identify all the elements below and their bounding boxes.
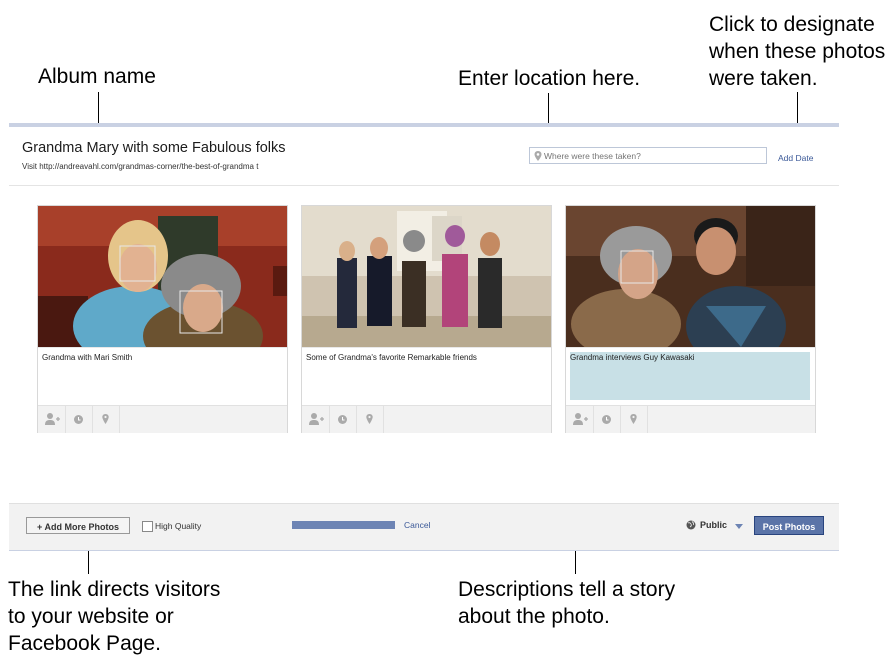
- annotation-desc-line2: about the photo.: [458, 605, 610, 628]
- caption-area[interactable]: Grandma with Mari Smith: [38, 347, 287, 406]
- photo-guy-kawasaki: [566, 206, 815, 347]
- photo-grandma-mari-smith: [38, 206, 287, 347]
- photo-tools: [38, 405, 287, 433]
- photo-card: Grandma interviews Guy Kawasaki: [565, 205, 816, 433]
- annotation-link-line3: Facebook Page.: [8, 632, 161, 655]
- photo-caption[interactable]: Some of Grandma's favorite Remarkable fr…: [306, 353, 477, 362]
- chevron-down-icon[interactable]: [735, 524, 743, 529]
- upload-progress-bar: [292, 521, 395, 529]
- post-photos-button[interactable]: Post Photos: [754, 516, 824, 535]
- tag-person-icon[interactable]: [566, 406, 594, 433]
- photo-card: Grandma with Mari Smith: [37, 205, 288, 433]
- location-pin-icon[interactable]: [356, 406, 384, 433]
- location-pin-icon[interactable]: [620, 406, 648, 433]
- caption-area[interactable]: Some of Grandma's favorite Remarkable fr…: [302, 347, 551, 406]
- globe-icon: [686, 520, 696, 530]
- annotation-designate-date: Click to designate when these photos wer…: [709, 11, 885, 92]
- tag-person-icon[interactable]: [302, 406, 330, 433]
- photo-thumbnail[interactable]: [38, 206, 287, 347]
- clock-icon[interactable]: [65, 406, 93, 433]
- annotation-descriptions: Descriptions tell a story about the phot…: [458, 576, 675, 630]
- privacy-selector[interactable]: Public: [700, 520, 727, 530]
- photo-caption[interactable]: Grandma interviews Guy Kawasaki: [570, 353, 695, 362]
- location-pin-icon: [534, 151, 542, 161]
- album-description[interactable]: Visit http://andreavahl.com/grandmas-cor…: [22, 162, 258, 171]
- location-pin-icon[interactable]: [92, 406, 120, 433]
- annotation-designate-line1: Click to designate: [709, 13, 875, 36]
- photo-card: Some of Grandma's favorite Remarkable fr…: [301, 205, 552, 433]
- clock-icon[interactable]: [329, 406, 357, 433]
- clock-icon[interactable]: [593, 406, 621, 433]
- album-header: Grandma Mary with some Fabulous folks Vi…: [9, 127, 839, 186]
- annotation-designate-line2: when these photos: [709, 40, 886, 63]
- high-quality-checkbox[interactable]: [142, 521, 153, 532]
- upload-footer: + Add More Photos High Quality Cancel Pu…: [9, 503, 839, 550]
- photo-remarkable-friends: [302, 206, 551, 347]
- album-upload-panel: Grandma Mary with some Fabulous folks Vi…: [9, 123, 839, 551]
- tag-person-icon[interactable]: [38, 406, 66, 433]
- annotation-designate-line3: were taken.: [709, 67, 818, 90]
- annotation-link-line2: to your website or: [8, 605, 174, 628]
- add-more-photos-button[interactable]: + Add More Photos: [26, 517, 130, 534]
- cancel-link[interactable]: Cancel: [404, 520, 430, 530]
- annotation-enter-location: Enter location here.: [458, 67, 641, 90]
- photo-caption[interactable]: Grandma with Mari Smith: [42, 353, 132, 362]
- annotation-desc-line1: Descriptions tell a story: [458, 578, 676, 601]
- album-title[interactable]: Grandma Mary with some Fabulous folks: [22, 140, 286, 156]
- location-input[interactable]: [529, 147, 767, 164]
- add-date-link[interactable]: Add Date: [778, 153, 813, 163]
- photo-tools: [566, 405, 815, 433]
- annotation-link: The link directs visitors to your websit…: [8, 576, 220, 657]
- photo-thumbnail[interactable]: [302, 206, 551, 347]
- photo-tools: [302, 405, 551, 433]
- annotation-link-line1: The link directs visitors: [8, 578, 221, 601]
- photo-thumbnail[interactable]: [566, 206, 815, 347]
- high-quality-label: High Quality: [155, 521, 202, 531]
- annotation-album-name: Album name: [38, 65, 156, 88]
- caption-area[interactable]: Grandma interviews Guy Kawasaki: [566, 347, 815, 406]
